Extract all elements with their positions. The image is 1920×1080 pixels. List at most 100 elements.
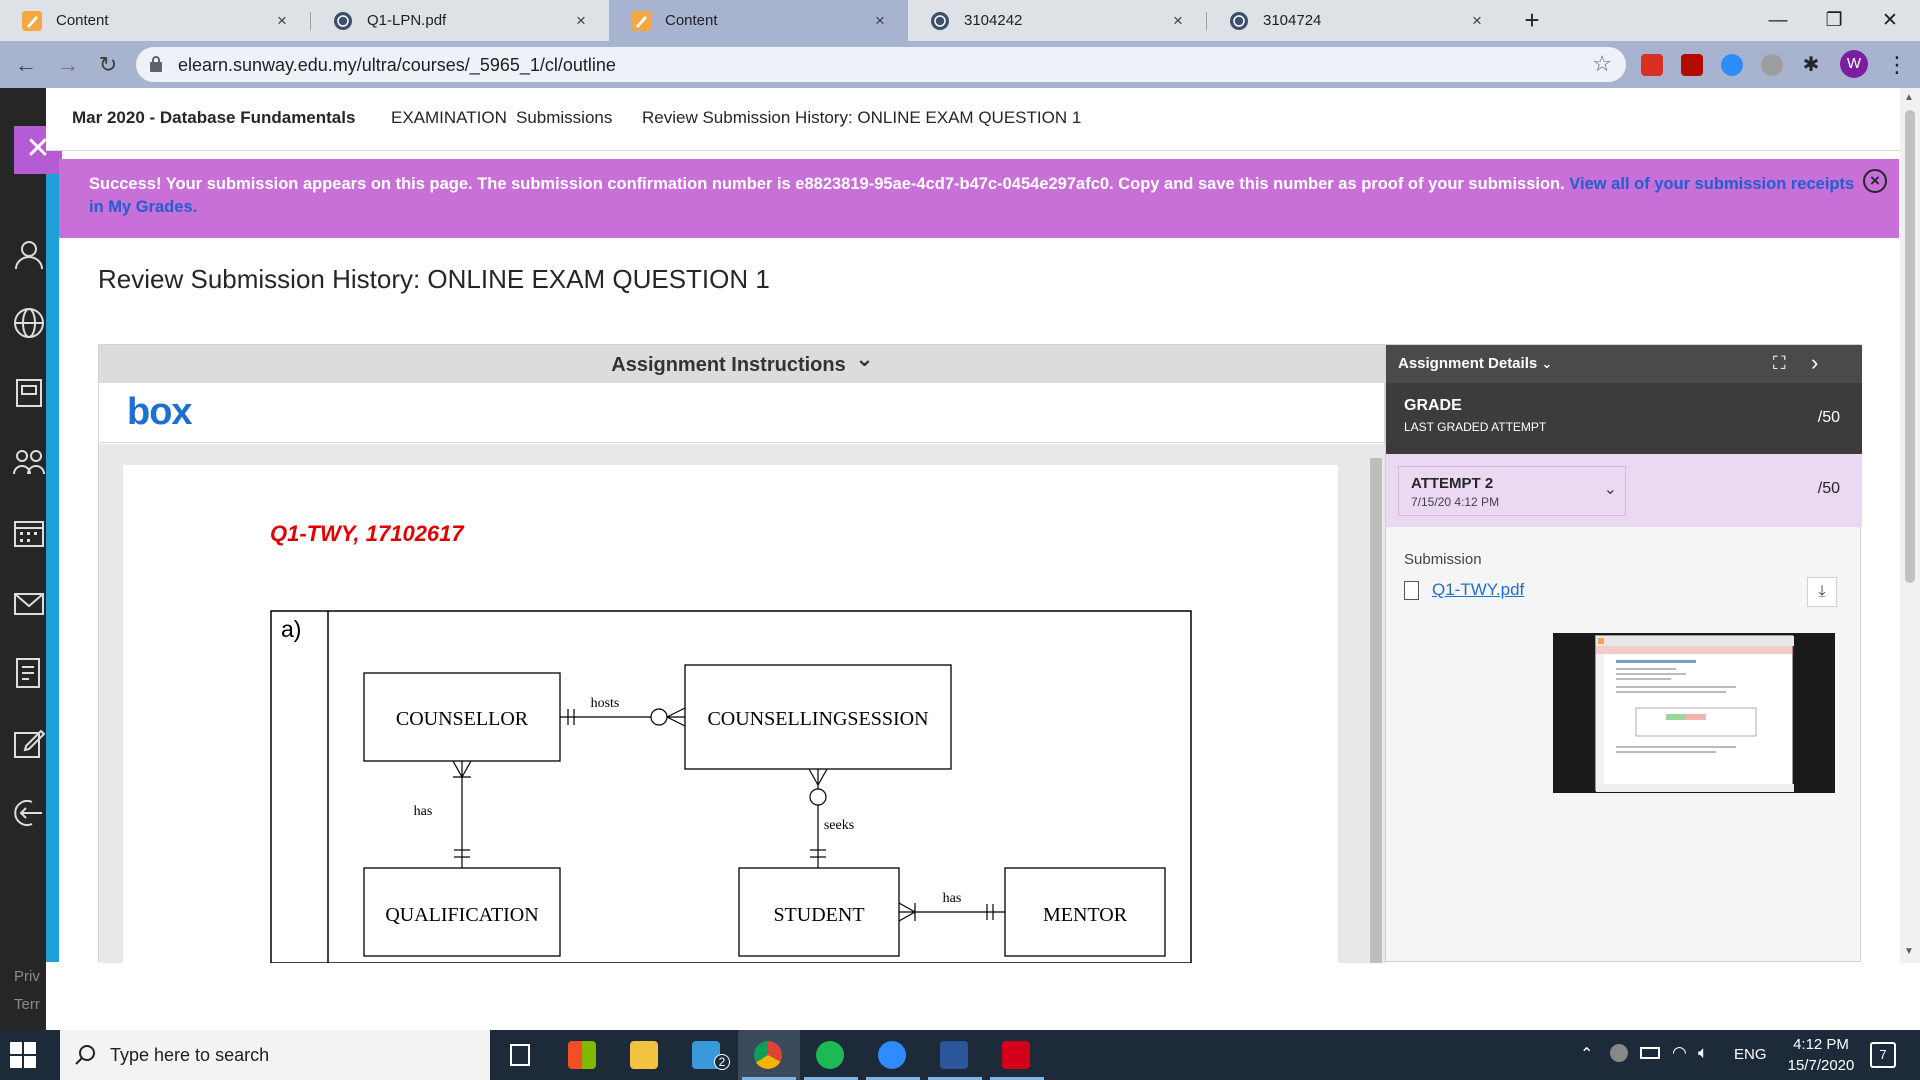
notification-center-icon[interactable]: 7 bbox=[1870, 1042, 1896, 1068]
sign-out-icon[interactable] bbox=[12, 796, 46, 830]
address-bar[interactable]: elearn.sunway.edu.my/ultra/courses/_5965… bbox=[136, 47, 1626, 82]
extension-circle-icon[interactable] bbox=[1761, 54, 1783, 76]
clock-date[interactable]: 15/7/2020 bbox=[1776, 1057, 1866, 1074]
tab-content-1[interactable]: Content × bbox=[0, 0, 310, 41]
reload-button[interactable]: ↻ bbox=[92, 49, 124, 81]
zoom-extension-icon[interactable] bbox=[1721, 54, 1743, 76]
spotify-icon bbox=[816, 1041, 844, 1069]
submission-preview-thumbnail[interactable] bbox=[1553, 633, 1835, 793]
relationship-hosts: hosts bbox=[591, 696, 620, 711]
assignment-instructions-toggle[interactable]: Assignment Instructions ⌄ bbox=[99, 345, 1386, 383]
minimize-button[interactable]: — bbox=[1750, 0, 1806, 41]
organizations-icon[interactable] bbox=[12, 446, 46, 480]
submission-file-link[interactable]: Q1-TWY.pdf bbox=[1432, 580, 1524, 600]
part-label: a) bbox=[281, 616, 301, 642]
windows-taskbar: Type here to search 2 ⌃ ◠ 🔈︎ ENG 4:12 PM… bbox=[0, 1030, 1920, 1080]
courses-icon[interactable] bbox=[12, 376, 46, 410]
close-tab-icon[interactable]: × bbox=[268, 11, 296, 31]
close-tab-icon[interactable]: × bbox=[1164, 11, 1192, 31]
tab-content-active[interactable]: Content × bbox=[609, 0, 908, 41]
banner-message: Success! Your submission appears on this… bbox=[89, 175, 1565, 193]
mail-badge: 2 bbox=[714, 1054, 730, 1070]
tab-q1-lpn[interactable]: Q1-LPN.pdf × bbox=[311, 0, 609, 41]
attempt-select[interactable]: ATTEMPT 2 7/15/20 4:12 PM ⌄ bbox=[1398, 466, 1626, 516]
show-hidden-icons[interactable]: ⌃ bbox=[1580, 1044, 1593, 1064]
edit-icon[interactable] bbox=[12, 726, 46, 760]
profile-avatar[interactable]: W bbox=[1840, 50, 1868, 78]
wifi-icon[interactable]: ◠ bbox=[1672, 1043, 1687, 1063]
word-app[interactable] bbox=[924, 1030, 986, 1080]
breadcrumb-course[interactable]: Mar 2020 - Database Fundamentals bbox=[72, 108, 355, 128]
windows-start-icon[interactable] bbox=[10, 1042, 36, 1068]
close-tab-icon[interactable]: × bbox=[866, 11, 894, 31]
puzzle-extensions-icon[interactable]: ✱ bbox=[1800, 54, 1822, 76]
messages-icon[interactable] bbox=[12, 586, 46, 620]
profile-icon[interactable] bbox=[12, 238, 46, 272]
globe-icon bbox=[333, 11, 353, 31]
chevron-right-icon[interactable]: › bbox=[1811, 350, 1818, 376]
relationship-has-mentor: has bbox=[943, 891, 962, 906]
privacy-link[interactable]: Priv bbox=[14, 968, 40, 985]
battery-icon[interactable] bbox=[1640, 1047, 1660, 1059]
forward-button[interactable]: → bbox=[52, 49, 84, 81]
language-indicator[interactable]: ENG bbox=[1734, 1046, 1767, 1063]
tab-title: Q1-LPN.pdf bbox=[367, 12, 447, 29]
document-page: Q1-TWY, 17102617 a) COUNSELLOR COUNSELLI… bbox=[123, 465, 1338, 964]
zoom-app[interactable] bbox=[862, 1030, 924, 1080]
new-tab-button[interactable]: + bbox=[1504, 0, 1560, 41]
document-scroll-thumb[interactable] bbox=[1370, 458, 1382, 963]
taskbar-search[interactable]: Type here to search bbox=[60, 1030, 490, 1080]
close-banner-icon[interactable]: × bbox=[1863, 169, 1887, 193]
grade-score: /50 bbox=[1817, 409, 1840, 426]
tab-title: Content bbox=[665, 12, 718, 29]
acrobat-extension-icon[interactable] bbox=[1681, 54, 1703, 76]
scroll-up-icon[interactable]: ▲ bbox=[1904, 92, 1914, 103]
calendar-icon[interactable] bbox=[12, 516, 46, 550]
browser-menu-icon[interactable]: ⋮ bbox=[1886, 49, 1908, 81]
expand-icon[interactable]: ⛶ bbox=[1773, 353, 1786, 374]
document-viewer[interactable]: Q1-TWY, 17102617 a) COUNSELLOR COUNSELLI… bbox=[99, 444, 1386, 964]
box-viewer-bar: box bbox=[99, 383, 1386, 443]
clock-time[interactable]: 4:12 PM bbox=[1786, 1036, 1856, 1053]
tab-title: 3104724 bbox=[1263, 12, 1322, 29]
spotify-app[interactable] bbox=[800, 1030, 862, 1080]
page-scroll-thumb[interactable] bbox=[1905, 110, 1915, 583]
close-tab-icon[interactable]: × bbox=[1463, 11, 1491, 31]
store-app[interactable] bbox=[552, 1030, 614, 1080]
close-window-button[interactable]: ✕ bbox=[1862, 0, 1918, 41]
doc-heading: Q1-TWY, 17102617 bbox=[270, 521, 465, 546]
breadcrumb-examination[interactable]: EXAMINATION bbox=[391, 108, 507, 128]
network-alert-icon[interactable] bbox=[1610, 1044, 1628, 1062]
grade-label: GRADE bbox=[1404, 397, 1462, 414]
tab-3104724[interactable]: 3104724 × bbox=[1207, 0, 1505, 41]
lock-icon bbox=[150, 56, 162, 72]
pocket-extension-icon[interactable] bbox=[1641, 54, 1663, 76]
task-view-button[interactable] bbox=[490, 1030, 552, 1080]
mail-app[interactable]: 2 bbox=[676, 1030, 738, 1080]
course-accent-strip bbox=[46, 152, 59, 962]
browser-tab-strip: Content × Q1-LPN.pdf × Content × 3104242… bbox=[0, 0, 1920, 41]
download-icon[interactable]: ⤓ bbox=[1807, 577, 1837, 607]
chrome-app[interactable] bbox=[738, 1030, 800, 1080]
grades-icon[interactable] bbox=[12, 656, 46, 690]
restore-button[interactable]: ❐ bbox=[1806, 0, 1862, 41]
document-scrollbar[interactable] bbox=[1365, 444, 1386, 963]
close-tab-icon[interactable]: × bbox=[567, 11, 595, 31]
breadcrumb-submissions[interactable]: Submissions bbox=[516, 108, 612, 128]
tab-3104242[interactable]: 3104242 × bbox=[908, 0, 1206, 41]
grade-summary: GRADE LAST GRADED ATTEMPT /50 bbox=[1386, 383, 1862, 454]
volume-icon[interactable]: 🔈︎ bbox=[1698, 1043, 1708, 1063]
globe-icon[interactable] bbox=[12, 306, 46, 340]
back-button[interactable]: ← bbox=[10, 49, 42, 81]
page-scrollbar[interactable]: ▲ ▼ bbox=[1900, 88, 1920, 963]
file-explorer-app[interactable] bbox=[614, 1030, 676, 1080]
bookmark-star-icon[interactable]: ☆ bbox=[1592, 51, 1612, 77]
acrobat-app[interactable] bbox=[986, 1030, 1048, 1080]
word-icon bbox=[940, 1041, 968, 1069]
scroll-down-icon[interactable]: ▼ bbox=[1904, 946, 1914, 957]
folder-icon bbox=[630, 1041, 658, 1069]
assignment-details-toggle[interactable]: Assignment Details ⌄ bbox=[1398, 355, 1552, 372]
search-icon bbox=[74, 1044, 96, 1066]
globe-icon bbox=[1229, 11, 1249, 31]
terms-link[interactable]: Terr bbox=[14, 996, 40, 1013]
